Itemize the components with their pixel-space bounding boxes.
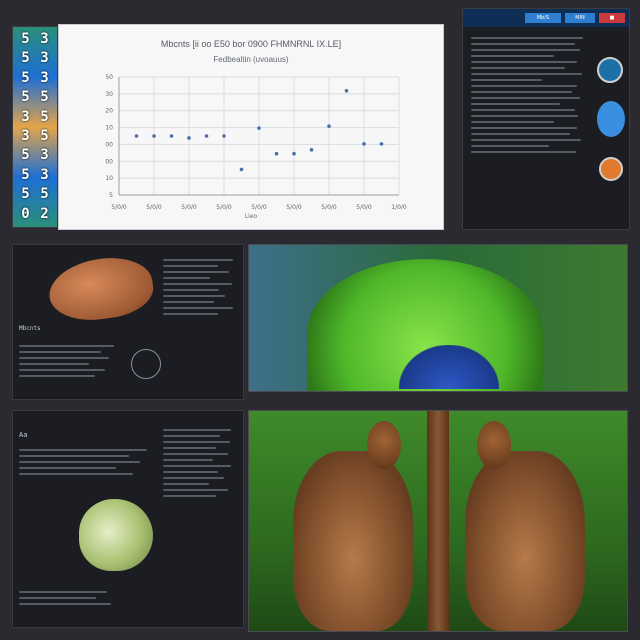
diagram-circle-icon	[131, 349, 161, 379]
data-point	[204, 134, 209, 138]
strip-glyph: 5	[40, 89, 49, 106]
data-point	[152, 134, 156, 138]
y-tick-label: 30	[105, 91, 113, 98]
right-info-panel: Mb/S MIN ■	[462, 8, 630, 230]
strip-glyph: 5	[40, 108, 49, 125]
strip-glyph: 5	[40, 186, 49, 203]
strip-glyph: 0	[21, 205, 30, 222]
dna-helix	[399, 345, 499, 389]
specimen-panel-bottom: Aa	[12, 410, 244, 628]
creature-illustration	[79, 499, 153, 571]
x-tick-label: 5/0/0	[216, 204, 232, 211]
y-tick-label: 50	[105, 74, 113, 81]
specimen-notes-lower	[19, 341, 119, 381]
chart-panel: Mbcnts [ii oo E50 bor 0900 FHMNRNL IX.LE…	[58, 24, 444, 230]
strip-glyph: 5	[40, 127, 49, 144]
strip-glyph: 3	[40, 31, 49, 47]
strip-glyph: 5	[21, 69, 30, 86]
roots-image	[248, 410, 628, 632]
data-point	[379, 142, 384, 146]
glyph-strip: 53535355353553535502	[12, 26, 58, 228]
y-tick-label: 00	[105, 141, 113, 148]
specimen-notes	[163, 255, 241, 319]
circle-icon[interactable]	[597, 101, 625, 137]
data-point	[187, 136, 191, 140]
x-tick-label: 1/0/0	[391, 204, 407, 211]
bottom-notes-lower	[19, 587, 239, 609]
header-button-1[interactable]: Mb/S	[525, 13, 561, 23]
y-tick-label: 10	[105, 175, 113, 182]
data-point	[169, 134, 174, 138]
strip-glyph: 3	[21, 108, 30, 125]
strip-glyph: 2	[40, 205, 49, 222]
y-tick-label: 00	[105, 158, 113, 165]
strip-glyph: 3	[40, 166, 49, 183]
y-tick-label: 20	[105, 108, 113, 115]
data-point	[134, 134, 139, 138]
strip-glyph: 5	[21, 147, 30, 164]
strip-glyph: 5	[21, 31, 30, 47]
center-stem	[427, 411, 449, 631]
data-point	[257, 126, 261, 130]
right-panel-text	[463, 27, 629, 163]
x-tick-label: 5/0/0	[286, 204, 302, 211]
specimen-panel-top: Mbcnts	[12, 244, 244, 400]
scatter-plot: 5/0/0 5/0/0 5/0/0 5/0/0 5/0/0 5/0/0 5/0/0 5/0/0…	[105, 74, 407, 211]
right-header-bar: Mb/S MIN ■	[463, 9, 629, 27]
strip-glyph: 5	[21, 186, 30, 203]
strip-glyph: 3	[40, 50, 49, 67]
molecule-image	[248, 244, 628, 392]
strip-glyph: 5	[21, 166, 30, 183]
x-tick-label: 5/0/0	[146, 204, 162, 211]
x-tick-label: 5/0/0	[321, 204, 337, 211]
data-point	[327, 124, 331, 128]
data-point	[222, 134, 226, 138]
data-point	[239, 167, 244, 172]
data-point	[362, 142, 366, 146]
strip-glyph: 3	[21, 127, 30, 144]
y-tick-label: 10	[105, 125, 113, 132]
bottom-notes-right	[163, 425, 239, 501]
glyph-grid: 53535355353553535502	[13, 27, 57, 227]
header-button-2[interactable]: MIN	[565, 13, 595, 23]
seed-pod-left	[367, 421, 401, 469]
bottom-caption: Aa	[19, 431, 28, 439]
globe-icon[interactable]	[597, 57, 623, 83]
data-point	[274, 151, 279, 156]
specimen-caption: Mbcnts	[19, 325, 41, 332]
x-tick-label: 5/0/0	[251, 204, 267, 211]
strip-glyph: 5	[21, 50, 30, 67]
seed-pod-right	[477, 421, 511, 469]
x-tick-label: 5/0/0	[356, 204, 372, 211]
strip-glyph: 5	[21, 89, 30, 106]
y-tick-label: 5	[109, 192, 113, 199]
eye-icon[interactable]	[599, 157, 623, 181]
header-button-close[interactable]: ■	[599, 13, 625, 23]
data-point	[344, 88, 349, 93]
strip-glyph: 3	[40, 147, 49, 164]
x-tick-label: 5/0/0	[111, 204, 127, 211]
strip-glyph: 3	[40, 69, 49, 86]
root-figure-left	[293, 451, 413, 631]
x-tick-label: 5/0/0	[181, 204, 197, 211]
data-point	[309, 147, 314, 152]
data-point	[292, 151, 296, 156]
root-figure-right	[465, 451, 585, 631]
specimen-illustration	[45, 252, 157, 326]
